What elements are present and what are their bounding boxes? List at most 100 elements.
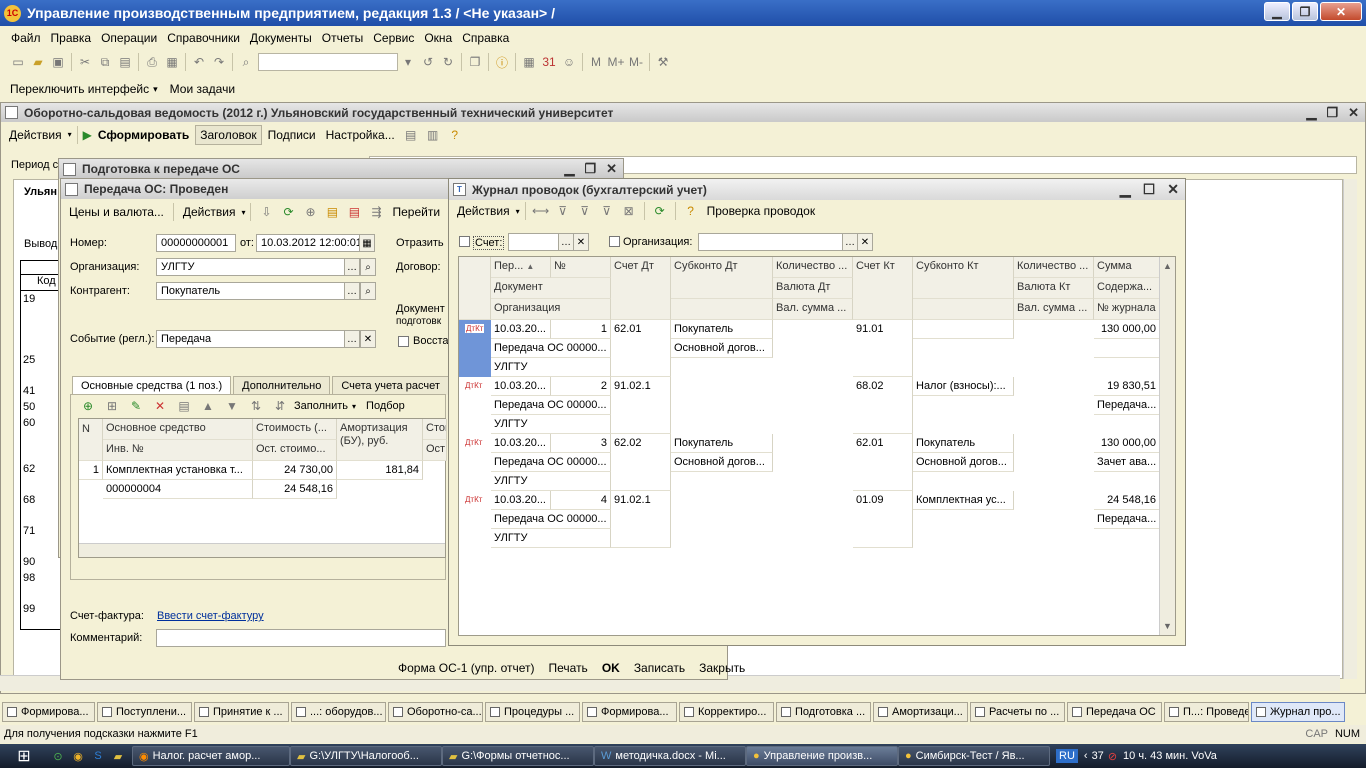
doc-add-icon[interactable]: ▤ — [322, 202, 342, 222]
redo-icon[interactable]: ↷ — [209, 52, 229, 72]
account-filter-checkbox[interactable] — [459, 236, 470, 247]
window-tab[interactable]: Процедуры ... — [485, 702, 580, 722]
grid-cell[interactable]: 91.02.1 — [611, 377, 671, 434]
print-icon[interactable]: ⎙ — [142, 52, 162, 72]
grid-cell[interactable]: Комплектная ус... — [913, 491, 1014, 510]
enter-invoice-link[interactable]: Ввести счет-фактуру — [157, 610, 264, 622]
my-tasks-button[interactable]: Мои задачи — [170, 82, 235, 96]
grid-cell[interactable]: УЛГТУ — [491, 415, 611, 434]
grid-cell[interactable]: 130 000,00 — [1094, 434, 1160, 453]
journal-actions-button[interactable]: Действия — [453, 202, 514, 220]
filter-list-icon[interactable]: ⊽ — [575, 201, 595, 221]
users-icon[interactable]: ☺ — [559, 52, 579, 72]
journal-vertical-scrollbar[interactable]: ▲ ▼ — [1159, 257, 1175, 635]
open-icon[interactable]: ▰ — [28, 52, 48, 72]
structure-icon[interactable]: ⇶ — [366, 202, 386, 222]
tray-expand-icon[interactable]: ‹ — [1084, 750, 1088, 762]
find-next-icon[interactable]: ↺ — [418, 52, 438, 72]
edit-icon[interactable]: ✎ — [126, 396, 146, 416]
window-tab[interactable]: Расчеты по ... — [970, 702, 1065, 722]
window-tab[interactable]: Передача ОС — [1067, 702, 1162, 722]
org-filter-checkbox[interactable] — [609, 236, 620, 247]
grid-cell[interactable]: Комплектная установка т... — [103, 461, 253, 480]
grid-cell[interactable]: 2 — [551, 377, 611, 396]
copy-doc-icon[interactable]: ⊕ — [300, 202, 320, 222]
settings-button[interactable]: Настройка... — [322, 126, 399, 144]
osv-vertical-scrollbar[interactable] — [1343, 179, 1357, 679]
grid-cell[interactable]: Основной догов... — [671, 339, 773, 358]
os-task[interactable]: ▰ G:\Формы отчетнос... — [442, 746, 594, 766]
grid-cell[interactable]: 19 830,51 — [1094, 377, 1160, 396]
tools-icon[interactable]: ⚒ — [653, 52, 673, 72]
organization-field[interactable]: УЛГТУ — [156, 258, 346, 276]
window-tab[interactable]: Оборотно-са... — [388, 702, 483, 722]
tab-additional[interactable]: Дополнительно — [233, 376, 331, 395]
search-dropdown-icon[interactable]: ▾ — [398, 52, 418, 72]
grid-cell[interactable]: Покупатель — [671, 320, 773, 339]
grid-cell[interactable]: Передача... — [1094, 510, 1160, 529]
journal-minimize-button[interactable]: ▁ — [1120, 181, 1131, 198]
skype-icon[interactable]: S — [88, 750, 108, 762]
ok-button[interactable]: OK — [602, 661, 620, 675]
window-tab[interactable]: Амортизаци... — [873, 702, 968, 722]
filter-clear-icon[interactable]: ⊠ — [619, 201, 639, 221]
search-icon[interactable]: ⌕ — [236, 52, 256, 72]
grid-cell[interactable]: 10.03.20... — [491, 377, 551, 396]
grid-cell[interactable]: УЛГТУ — [491, 529, 611, 548]
grid-cell[interactable]: 91.02.1 — [611, 491, 671, 548]
end-edit-icon[interactable]: ▤ — [174, 396, 194, 416]
language-indicator[interactable]: RU — [1056, 749, 1078, 763]
help-icon[interactable]: ? — [445, 125, 465, 145]
open-search-icon[interactable]: ⌕ — [360, 282, 376, 300]
grid-cell[interactable]: 10.03.20... — [491, 491, 551, 510]
header-toggle-button[interactable]: Заголовок — [195, 124, 262, 145]
grid-cell[interactable]: 68.02 — [853, 377, 913, 434]
close-form-button[interactable]: Закрыть — [699, 661, 745, 675]
restore-checkbox[interactable] — [398, 336, 409, 347]
sort-desc-icon[interactable]: ⇵ — [270, 396, 290, 416]
clear-icon[interactable]: ✕ — [573, 233, 589, 251]
osv-actions-button[interactable]: Действия — [5, 126, 66, 144]
paste-icon[interactable]: ▤ — [115, 52, 135, 72]
folder-icon[interactable]: ▰ — [108, 750, 128, 763]
filter-dropdown-icon[interactable]: ⊽ — [597, 201, 617, 221]
grid-cell[interactable]: Покупатель — [671, 434, 773, 453]
form-os1-button[interactable]: Форма ОС-1 (упр. отчет) — [398, 661, 535, 675]
grid-cell[interactable]: 1 — [551, 320, 611, 339]
select-button[interactable]: … — [344, 258, 360, 276]
menu-reports[interactable]: Отчеты — [317, 31, 368, 45]
osv-minimize-button[interactable]: ▁ — [1306, 105, 1316, 121]
add-icon[interactable]: ⊕ — [78, 396, 98, 416]
undo-icon[interactable]: ↶ — [189, 52, 209, 72]
org-filter-field[interactable] — [698, 233, 844, 251]
search-input[interactable] — [258, 53, 398, 71]
signatures-button[interactable]: Подписи — [264, 126, 320, 144]
refresh-icon[interactable]: ⟳ — [650, 201, 670, 221]
grid-cell[interactable]: УЛГТУ — [491, 472, 611, 491]
chrome-icon[interactable]: ◉ — [68, 750, 88, 763]
menu-help[interactable]: Справка — [457, 31, 514, 45]
new-icon[interactable]: ▭ — [8, 52, 28, 72]
journal-close-button[interactable]: ✕ — [1167, 181, 1179, 198]
date-field[interactable]: 10.03.2012 12:00:01 — [256, 234, 360, 252]
menu-windows[interactable]: Окна — [419, 31, 457, 45]
grid-cell[interactable]: 1 — [79, 461, 103, 480]
calendar-icon[interactable]: 31 — [539, 52, 559, 72]
menu-documents[interactable]: Документы — [245, 31, 317, 45]
grid-cell[interactable]: Основной догов... — [671, 453, 773, 472]
clear-icon[interactable]: ✕ — [360, 330, 376, 348]
cut-icon[interactable]: ✂ — [75, 52, 95, 72]
os-task[interactable]: ▰ G:\УЛГТУ\Налогооб... — [290, 746, 442, 766]
grid-cell[interactable]: 91.01 — [853, 320, 913, 377]
prep-restore-button[interactable]: ❐ — [584, 161, 596, 177]
open-search-icon[interactable]: ⌕ — [360, 258, 376, 276]
window-tab[interactable]: Принятие к ... — [194, 702, 289, 722]
grid-cell[interactable]: 130 000,00 — [1094, 320, 1160, 339]
doc-remove-icon[interactable]: ▤ — [344, 202, 364, 222]
move-up-icon[interactable]: ▲ — [198, 396, 218, 416]
osv-restore-button[interactable]: ❐ — [1326, 105, 1338, 121]
utorrent-icon[interactable]: ⊙ — [48, 750, 68, 763]
tab-settlement-accounts[interactable]: Счета учета расчет — [332, 376, 449, 395]
close-button[interactable]: ✕ — [1320, 2, 1362, 21]
grid-cell[interactable]: 10.03.20... — [491, 320, 551, 339]
